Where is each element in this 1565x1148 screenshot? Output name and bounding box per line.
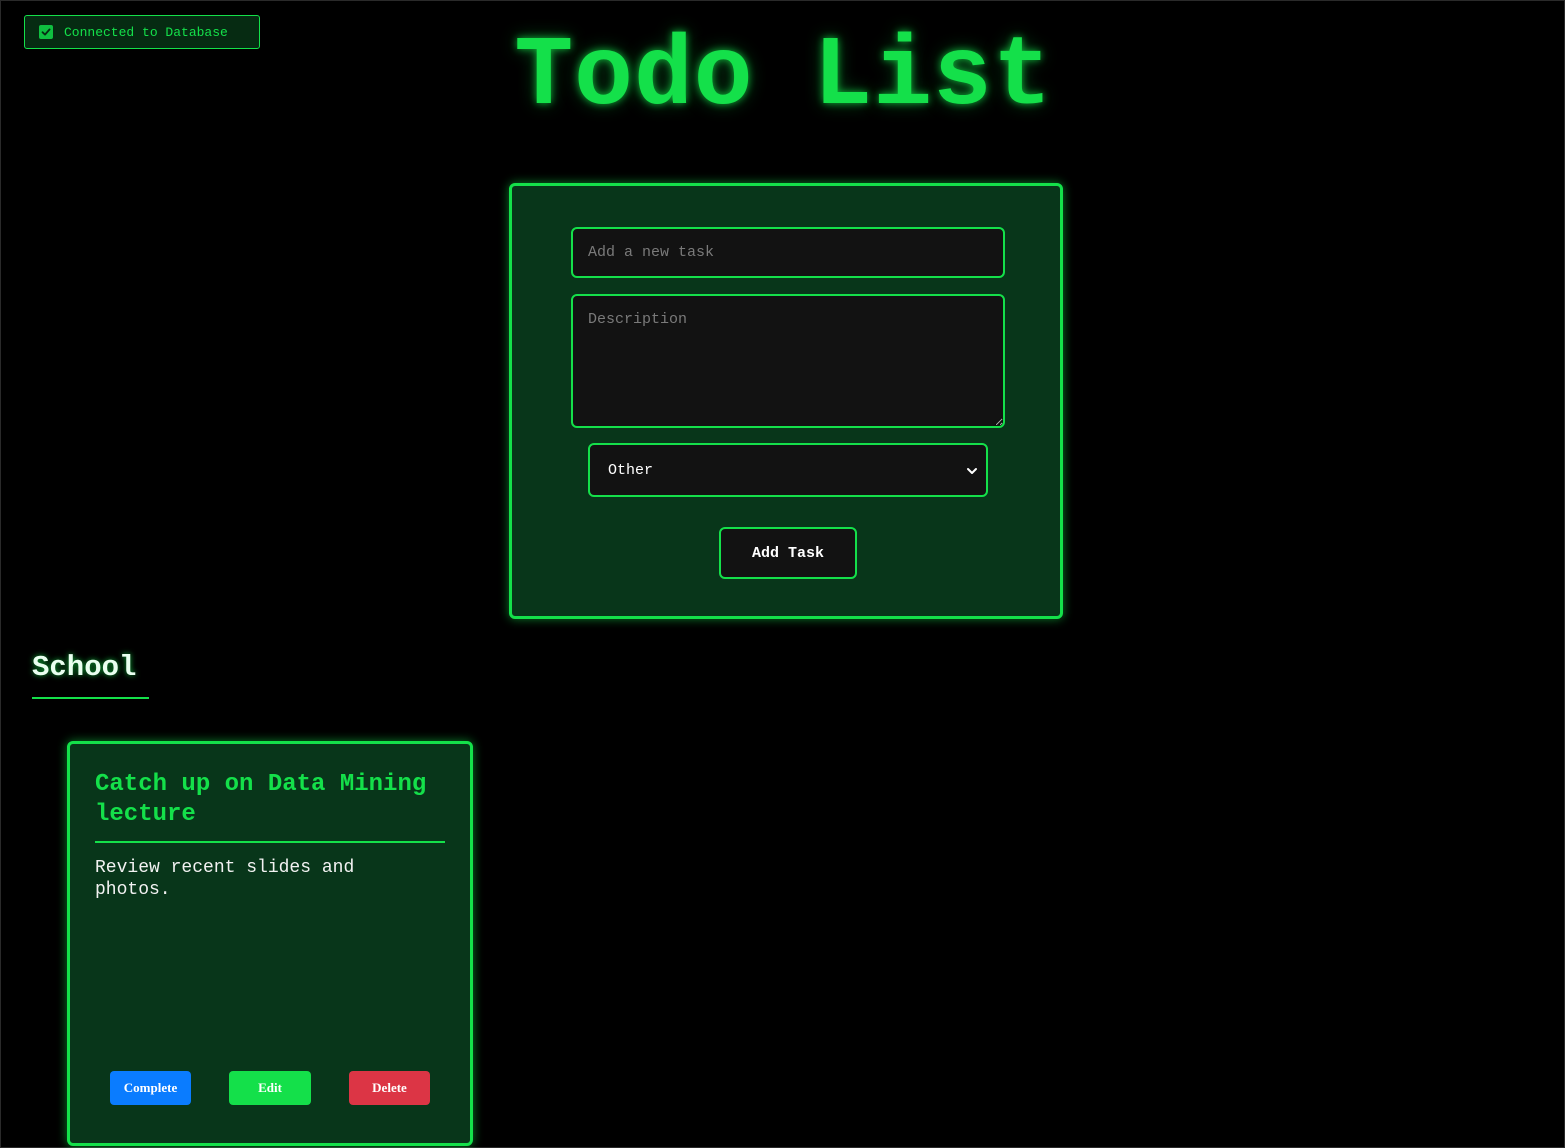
task-title: Catch up on Data Mining lecture — [95, 770, 445, 843]
page-title: Todo List — [514, 22, 1053, 133]
task-title-input[interactable] — [571, 227, 1005, 278]
chevron-down-icon — [966, 464, 978, 481]
edit-button[interactable]: Edit — [229, 1071, 311, 1105]
add-task-button[interactable]: Add Task — [719, 527, 857, 579]
category-select[interactable]: Other — [588, 443, 988, 497]
task-description: Review recent slides and photos. — [95, 858, 355, 900]
category-selected-value: Other — [608, 461, 654, 479]
delete-button[interactable]: Delete — [349, 1071, 430, 1105]
section-heading-school: School — [32, 649, 149, 699]
add-task-form: Other Add Task — [509, 183, 1063, 619]
task-description-input[interactable] — [571, 294, 1005, 428]
complete-button[interactable]: Complete — [110, 1071, 191, 1105]
task-card: Catch up on Data Mining lecture Review r… — [67, 741, 473, 1146]
